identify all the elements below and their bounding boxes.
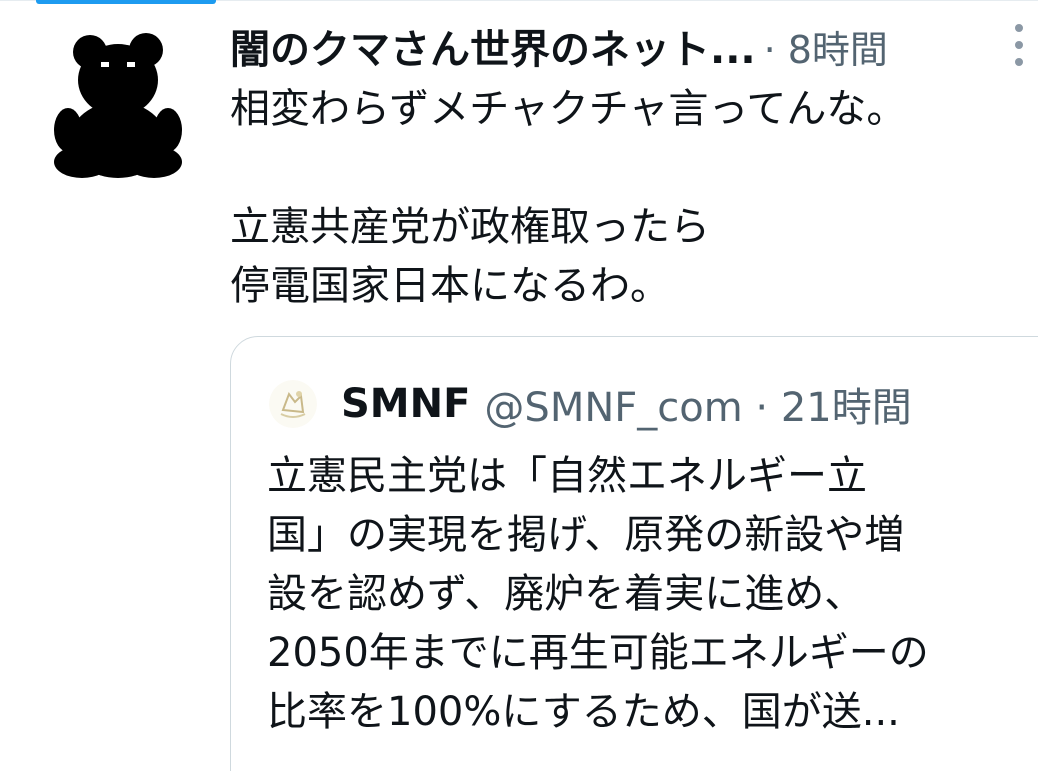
smnf-logo-icon[interactable] bbox=[269, 380, 317, 428]
quoted-text-line: 設を認めず、廃炉を着実に進め、 bbox=[267, 571, 865, 617]
quoted-tweet-body: 立憲民主党は「自然エネルギー立 国」の実現を掲げ、原発の新設や増 設を認めず、廃… bbox=[267, 447, 1007, 742]
tweet-body: 相変わらずメチャクチャ言ってんな。 立憲共産党が政権取ったら 停電国家日本になる… bbox=[230, 80, 1010, 316]
quoted-text-line: 立憲民主党は「自然エネルギー立 bbox=[267, 453, 867, 499]
tweet-timestamp[interactable]: · 8時間 bbox=[764, 19, 888, 74]
tweet-text-line: 停電国家日本になるわ。 bbox=[230, 263, 670, 309]
quoted-text-line: 比率を100%にするため、国が送... bbox=[267, 689, 900, 735]
display-name[interactable]: 闇のクマさん世界のネット... bbox=[230, 17, 756, 75]
tweet-screen: 闇のクマさん世界のネット... · 8時間 相変わらずメチャクチャ言ってんな。 … bbox=[0, 0, 1038, 771]
quoted-handle-time[interactable]: @SMNF_com · 21時間 bbox=[484, 375, 911, 433]
quoted-text-line: 2050年までに再生可能エネルギーの bbox=[267, 630, 929, 676]
quoted-display-name[interactable]: SMNF bbox=[341, 381, 470, 427]
quoted-text-line: 国」の実現を掲げ、原発の新設や増 bbox=[267, 512, 905, 558]
bear-avatar-icon[interactable] bbox=[48, 22, 188, 182]
bear-eye-right bbox=[127, 62, 135, 67]
tweet-text-line: 相変わらずメチャクチャ言ってんな。 bbox=[230, 86, 907, 132]
bear-eye-left bbox=[101, 62, 109, 67]
more-vertical-icon[interactable] bbox=[1004, 20, 1034, 70]
quoted-tweet-card[interactable]: SMNF @SMNF_com · 21時間 立憲民主党は「自然エネルギー立 国」… bbox=[230, 336, 1038, 771]
tab-indicator bbox=[36, 0, 216, 4]
tweet-text-line: 立憲共産党が政権取ったら bbox=[230, 204, 710, 250]
quoted-tweet-header: SMNF @SMNF_com · 21時間 bbox=[269, 375, 912, 433]
tweet-header: 闇のクマさん世界のネット... · 8時間 bbox=[230, 18, 888, 74]
